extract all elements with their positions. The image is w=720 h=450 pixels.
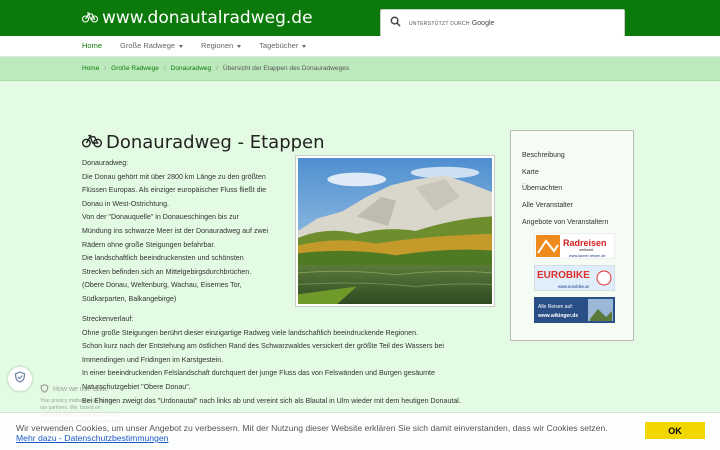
bicycle-icon <box>81 8 99 28</box>
intro-line: Von der "Donauquelle" in Donaueschingen … <box>82 213 239 222</box>
ad-eurobike[interactable]: EUROBIKE www.eurobike.at <box>534 265 615 291</box>
breadcrumb-separator: / <box>163 65 166 72</box>
breadcrumb-donauradweg[interactable]: Donauradweg <box>171 65 211 72</box>
ad-url-text: www.wikinger.de <box>537 313 578 319</box>
sidebar-item-angebote[interactable]: Angebote von Veranstaltern <box>522 219 608 226</box>
ad-brand-text: Alle Reisen auf: <box>538 304 573 310</box>
site-logo-link[interactable]: www.donautalradweg.de <box>81 8 313 28</box>
route-line: Naturschutzgebiet "Obere Donau". <box>82 382 191 391</box>
nav-item-home[interactable]: Home <box>82 41 102 50</box>
bicycle-icon <box>81 132 103 153</box>
intro-line: Flüssen Europas. Als einziger europäisch… <box>82 186 267 195</box>
intro-line: Die landschaftlich beeindruckensten und … <box>82 254 244 263</box>
breadcrumb-current: Übersicht der Etappen des Donauradweges <box>222 65 350 72</box>
ad-wikinger[interactable]: Alle Reisen auf: www.wikinger.de <box>534 297 615 323</box>
cookie-message: Wir verwenden Cookies, um unser Angebot … <box>16 423 608 443</box>
route-line: Ohne große Steigungen berührt dieser ein… <box>82 328 418 337</box>
search-powered-by: unterstützt durch Google <box>409 19 495 27</box>
site-title: www.donautalradweg.de <box>102 8 313 28</box>
search-input[interactable]: unterstützt durch Google <box>380 9 625 37</box>
intro-line: Donauradweg: <box>82 159 129 167</box>
route-line: Schon kurz nach der Entstehung am östlic… <box>82 342 444 351</box>
privacy-heading: How we use data <box>53 386 107 393</box>
breadcrumb: Home / Große Radwege / Donauradweg / Übe… <box>0 57 720 81</box>
intro-text: Donauradweg: Die Donau gehört mit über 2… <box>82 157 294 307</box>
intro-line: Rädern ohne große Steigungen befahrbar. <box>82 240 216 249</box>
nav-menu: Home Große Radwege Regionen Tagebücher <box>82 41 307 50</box>
nav-item-tagebuecher[interactable]: Tagebücher <box>259 41 307 50</box>
sidebar: Beschreibung Karte Übernachten Alle Vera… <box>510 130 634 341</box>
page-title: Donauradweg - Etappen <box>81 132 325 153</box>
search-icon[interactable] <box>390 14 401 32</box>
sidebar-item-karte[interactable]: Karte <box>522 169 608 176</box>
ad-brand-text: EUROBIKE <box>537 270 590 281</box>
ad-url-text: www.eurobike.at <box>558 284 590 289</box>
shield-icon <box>40 384 49 395</box>
route-line: Streckenverlauf: <box>82 315 134 323</box>
caret-down-icon <box>179 44 184 48</box>
ad-url-text: www.launer-reisen.de <box>569 254 606 258</box>
sidebar-item-alle-veranstalter[interactable]: Alle Veranstalter <box>522 202 608 209</box>
route-text: Streckenverlauf: Ohne große Steigungen b… <box>82 313 502 408</box>
page-title-text: Donauradweg - Etappen <box>106 132 325 153</box>
ad-sub-text: weltweit <box>579 247 594 252</box>
intro-line: (Obere Donau, Weltenburg, Wachau, Eisern… <box>82 281 242 290</box>
sidebar-item-beschreibung[interactable]: Beschreibung <box>522 152 608 159</box>
route-line: Immendingen und Fridingen im Karstgestei… <box>82 355 224 364</box>
privacy-shield-button[interactable] <box>8 367 32 391</box>
intro-line: Die Donau gehört mit über 2800 km Länge … <box>82 172 266 181</box>
sidebar-item-uebernachten[interactable]: Übernachten <box>522 185 608 192</box>
google-brand: Google <box>471 19 495 27</box>
intro-line: Südkarparten, Balkangebirge) <box>82 294 177 303</box>
intro-line: Mündung ins schwarze Meer ist der Donaur… <box>82 226 269 235</box>
shield-icon <box>14 370 26 388</box>
donau-landscape-photo <box>296 156 494 306</box>
nav-item-grosse-radwege[interactable]: Große Radwege <box>120 41 184 50</box>
cookie-banner: Wir verwenden Cookies, um unser Angebot … <box>0 412 720 450</box>
route-line: In einer beeindruckenden Felslandschaft … <box>82 369 435 378</box>
sidebar-links: Beschreibung Karte Übernachten Alle Vera… <box>522 152 608 235</box>
breadcrumb-separator: / <box>216 65 218 72</box>
ad-launer-reisen[interactable]: Radreisen weltweit www.launer-reisen.de <box>534 233 615 259</box>
main-navbar: Home Große Radwege Regionen Tagebücher <box>0 36 720 57</box>
route-line: Bei Ehingen zweigt das "Urdonautal" nach… <box>82 396 461 405</box>
nav-item-regionen[interactable]: Regionen <box>201 41 242 50</box>
breadcrumb-grosse-radwege[interactable]: Große Radwege <box>111 65 159 72</box>
caret-down-icon <box>302 44 307 48</box>
intro-line: Strecken befinden sich an Mittelgebirgsd… <box>82 267 252 276</box>
breadcrumb-separator: / <box>104 65 107 72</box>
caret-down-icon <box>237 44 242 48</box>
cookie-ok-button[interactable]: OK <box>645 422 705 439</box>
privacy-policy-link[interactable]: Mehr dazu - Datenschutzbestimmungen <box>16 433 168 443</box>
breadcrumb-home[interactable]: Home <box>82 65 99 72</box>
intro-line: Donau in West-Ostrichtung. <box>82 199 170 208</box>
